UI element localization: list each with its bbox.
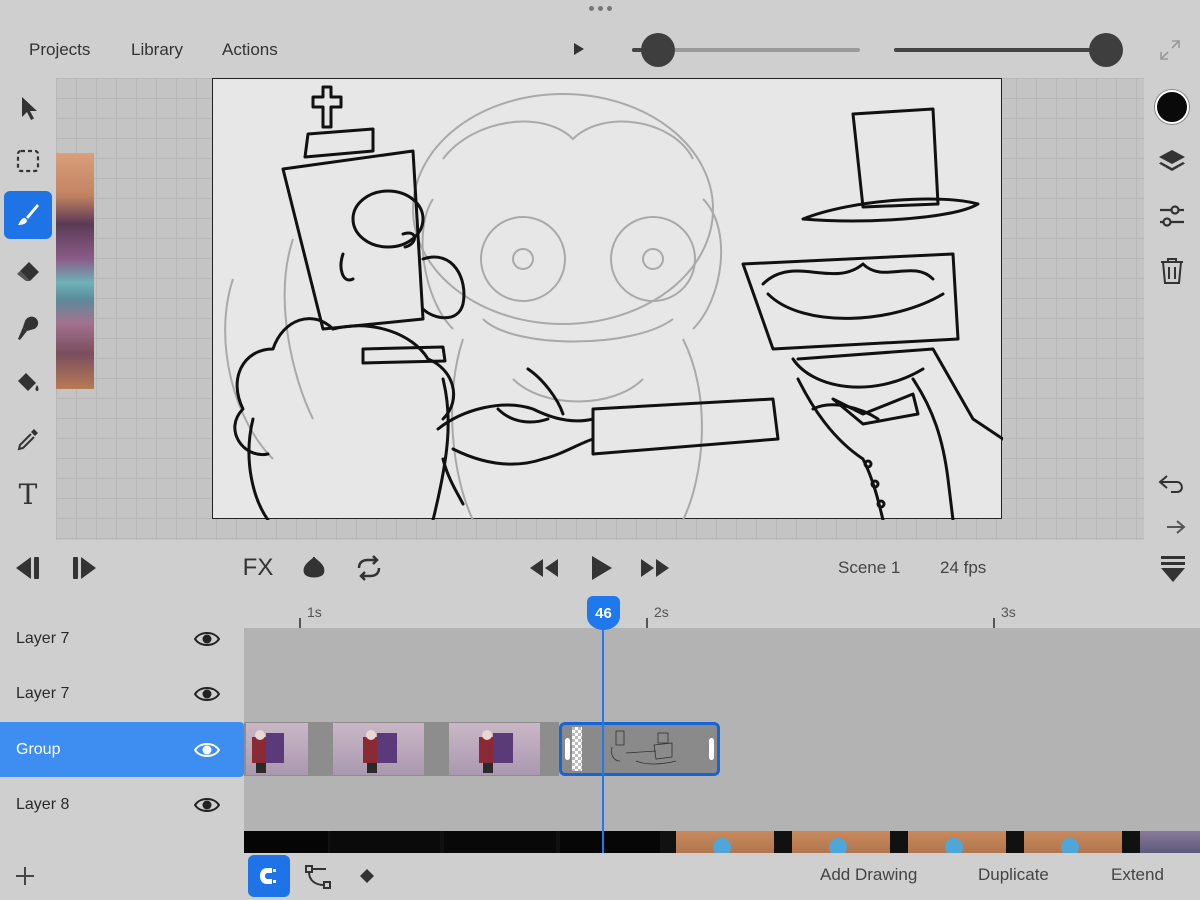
add-drawing-button[interactable]: Add Drawing — [820, 865, 917, 885]
clip-frame[interactable] — [246, 723, 308, 775]
expand-icon[interactable] — [1158, 38, 1182, 62]
layers-list: Layer 7 Layer 7 Group Layer 8 — [0, 611, 244, 861]
text-icon[interactable]: T — [4, 470, 52, 518]
previous-frame-icon[interactable] — [10, 554, 44, 582]
layer-8-clips[interactable] — [244, 831, 1200, 853]
top-bar: Projects Library Actions — [0, 0, 1200, 78]
paint-bucket-icon[interactable] — [4, 359, 52, 407]
layer-row-selected[interactable]: Group — [0, 722, 244, 777]
redo-icon[interactable] — [1154, 518, 1190, 540]
reference-image-strip[interactable] — [56, 153, 94, 389]
drawing-canvas[interactable] — [212, 78, 1005, 522]
scene-label[interactable]: Scene 1 — [838, 558, 900, 578]
layers-icon[interactable] — [1154, 144, 1190, 180]
visibility-eye-icon[interactable] — [194, 796, 220, 814]
visibility-eye-icon[interactable] — [194, 630, 220, 648]
loop-icon[interactable] — [352, 554, 386, 582]
right-toolbar — [1144, 78, 1200, 548]
keyframe-icon[interactable] — [356, 865, 378, 887]
bottom-bar: Add Drawing Duplicate Extend — [0, 853, 1200, 900]
brush-icon[interactable] — [4, 191, 52, 239]
eraser-icon[interactable] — [4, 248, 52, 296]
duplicate-button[interactable]: Duplicate — [978, 865, 1049, 885]
visibility-eye-icon[interactable] — [194, 741, 220, 759]
layer-row[interactable]: Layer 7 — [0, 666, 244, 721]
clip-sketch-thumbnail — [611, 730, 677, 765]
next-frame-icon[interactable] — [68, 554, 102, 582]
playhead-line[interactable] — [602, 618, 604, 853]
clip-trim-handle-left[interactable] — [565, 738, 570, 760]
layer-name: Group — [16, 740, 61, 758]
brush-size-slider[interactable] — [632, 33, 860, 67]
undo-icon[interactable] — [1154, 466, 1190, 502]
tick-label-1s: 1s — [307, 604, 322, 620]
layer-name: Layer 7 — [16, 629, 70, 647]
clip-frame[interactable] — [333, 723, 424, 775]
opacity-slider[interactable] — [894, 33, 1123, 67]
timeline-ruler[interactable]: 1s 2s 3s — [244, 596, 1200, 628]
fast-forward-icon[interactable] — [638, 554, 672, 582]
layer-name: Layer 7 — [16, 684, 70, 702]
tick-label-3s: 3s — [1001, 604, 1016, 620]
fps-label[interactable]: 24 fps — [940, 558, 986, 578]
collapse-timeline-icon[interactable] — [1156, 554, 1190, 584]
adjustments-icon[interactable] — [1154, 198, 1190, 234]
magnet-snap-icon[interactable] — [248, 855, 290, 897]
playback-controls: FX — [0, 540, 1200, 596]
playhead-frame-badge[interactable]: 46 — [587, 596, 620, 630]
onion-skin-icon[interactable] — [298, 554, 330, 582]
play-icon[interactable] — [584, 554, 618, 582]
fx-button[interactable]: FX — [238, 554, 278, 582]
rewind-icon[interactable] — [527, 554, 561, 582]
tick-label-2s: 2s — [654, 604, 669, 620]
menu-actions[interactable]: Actions — [222, 40, 278, 60]
sketch-drawing — [224, 85, 1005, 522]
trash-icon[interactable] — [1154, 253, 1190, 289]
layer-name: Layer 8 — [16, 795, 70, 813]
smudge-icon[interactable] — [4, 304, 52, 352]
visibility-eye-icon[interactable] — [194, 685, 220, 703]
color-swatch[interactable] — [1154, 89, 1190, 125]
play-preview-icon[interactable] — [572, 42, 586, 56]
canvas-stage[interactable] — [56, 78, 1144, 540]
selection-marquee-icon[interactable] — [4, 137, 52, 185]
menu-projects[interactable]: Projects — [29, 40, 90, 60]
clip-frame[interactable] — [449, 723, 540, 775]
left-toolbar: T — [0, 78, 56, 540]
selected-drawing-clip[interactable] — [559, 722, 720, 776]
eyedropper-icon[interactable] — [4, 415, 52, 463]
clip-trim-handle-right[interactable] — [709, 738, 714, 760]
select-arrow-icon[interactable] — [4, 84, 52, 132]
menu-library[interactable]: Library — [131, 40, 183, 60]
extend-button[interactable]: Extend — [1111, 865, 1164, 885]
add-layer-icon[interactable] — [12, 863, 38, 889]
layer-row[interactable]: Layer 8 — [0, 777, 244, 832]
motion-path-icon[interactable] — [302, 861, 334, 893]
layer-row[interactable]: Layer 7 — [0, 611, 244, 666]
